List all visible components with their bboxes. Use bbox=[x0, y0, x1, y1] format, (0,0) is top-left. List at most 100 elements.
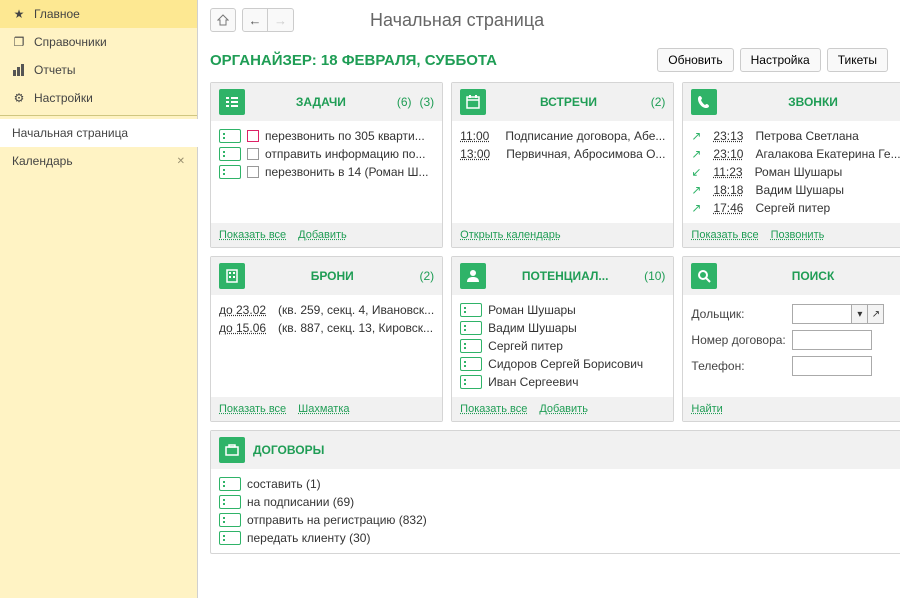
lead-text[interactable]: Роман Шушары bbox=[488, 303, 576, 317]
dropdown-icon[interactable]: ▾ bbox=[852, 304, 868, 324]
call-link[interactable]: Позвонить bbox=[771, 229, 825, 241]
tasks-icon bbox=[219, 89, 245, 115]
search-icon bbox=[691, 263, 717, 289]
booking-until[interactable]: до 23.02 bbox=[219, 303, 266, 317]
tickets-button[interactable]: Тикеты bbox=[827, 48, 888, 72]
chess-link[interactable]: Шахматка bbox=[298, 403, 349, 415]
list-icon bbox=[219, 531, 241, 545]
checkbox[interactable] bbox=[247, 130, 259, 142]
list-icon bbox=[219, 147, 241, 161]
call-time[interactable]: 18:18 bbox=[713, 183, 743, 197]
lead-text[interactable]: Иван Сергеевич bbox=[488, 375, 578, 389]
call-out-icon: ↗ bbox=[691, 183, 707, 197]
list-icon bbox=[219, 165, 241, 179]
nav-tab-calendar[interactable]: Календарь ✕ bbox=[0, 147, 197, 175]
lead-text[interactable]: Сергей питер bbox=[488, 339, 563, 353]
nav-label: Отчеты bbox=[34, 63, 75, 77]
call-time[interactable]: 23:13 bbox=[713, 129, 743, 143]
nav-label: Календарь bbox=[12, 154, 73, 168]
meeting-text[interactable]: Подписание договора, Абе... bbox=[505, 129, 665, 143]
lead-text[interactable]: Вадим Шушары bbox=[488, 321, 577, 335]
call-time[interactable]: 23:10 bbox=[713, 147, 743, 161]
call-text[interactable]: Сергей питер bbox=[755, 201, 830, 215]
contract-text[interactable]: отправить на регистрацию (832) bbox=[247, 513, 427, 527]
nav-settings[interactable]: ⚙ Настройки bbox=[0, 84, 197, 112]
call-out-icon: ↗ bbox=[691, 129, 707, 143]
building-icon bbox=[219, 263, 245, 289]
contract-text[interactable]: на подписании (69) bbox=[247, 495, 354, 509]
panel-title: ЗВОНКИ bbox=[725, 95, 900, 109]
add-link[interactable]: Добавить bbox=[298, 229, 347, 241]
home-button[interactable] bbox=[210, 8, 236, 32]
nav-divider bbox=[0, 115, 197, 116]
calendar-icon bbox=[460, 89, 486, 115]
call-text[interactable]: Петрова Светлана bbox=[755, 129, 858, 143]
lead-text[interactable]: Сидоров Сергей Борисович bbox=[488, 357, 643, 371]
refresh-button[interactable]: Обновить bbox=[657, 48, 733, 72]
list-icon bbox=[219, 129, 241, 143]
forward-button[interactable]: → bbox=[268, 8, 294, 32]
task-text[interactable]: перезвонить в 14 (Роман Ш... bbox=[265, 165, 429, 179]
panel-title: ЗАДАЧИ bbox=[253, 95, 389, 109]
list-icon bbox=[219, 495, 241, 509]
panel-title: БРОНИ bbox=[253, 269, 412, 283]
show-all-link[interactable]: Показать все bbox=[460, 403, 527, 415]
list-icon bbox=[460, 321, 482, 335]
count: (2) bbox=[420, 269, 435, 283]
back-button[interactable]: ← bbox=[242, 8, 268, 32]
count: (10) bbox=[644, 269, 665, 283]
contract-text[interactable]: передать клиенту (30) bbox=[247, 531, 370, 545]
show-all-link[interactable]: Показать все bbox=[691, 229, 758, 241]
sidebar: ★ Главное ❐ Справочники Отчеты ⚙ Настрой… bbox=[0, 0, 198, 598]
settings-button[interactable]: Настройка bbox=[740, 48, 821, 72]
panel-search: ПОИСК Дольщик: ▾ ↗ Номер договор bbox=[682, 256, 900, 422]
nav-reports[interactable]: Отчеты bbox=[0, 56, 197, 84]
panel-tasks: ЗАДАЧИ (6) (3) перезвонить по 305 кварти… bbox=[210, 82, 443, 248]
open-icon[interactable]: ↗ bbox=[868, 304, 884, 324]
booking-text[interactable]: (кв. 259, секц. 4, Ивановск... bbox=[278, 303, 434, 317]
booking-until[interactable]: до 15.06 bbox=[219, 321, 266, 335]
open-calendar-link[interactable]: Открыть календарь bbox=[460, 229, 560, 241]
checkbox[interactable] bbox=[247, 166, 259, 178]
book-icon: ❐ bbox=[12, 35, 26, 49]
show-all-link[interactable]: Показать все bbox=[219, 403, 286, 415]
call-out-icon: ↗ bbox=[691, 201, 707, 215]
dolshik-input[interactable] bbox=[792, 304, 852, 324]
call-text[interactable]: Агалакова Екатерина Ге... bbox=[755, 147, 900, 161]
panel-leads: ПОТЕНЦИАЛ... (10) Роман Шушары Вадим Шуш… bbox=[451, 256, 674, 422]
nav-label: Начальная страница bbox=[12, 126, 128, 140]
count-1: (6) bbox=[397, 95, 412, 109]
list-icon bbox=[219, 477, 241, 491]
task-text[interactable]: перезвонить по 305 кварти... bbox=[265, 129, 425, 143]
nav-main[interactable]: ★ Главное bbox=[0, 0, 197, 28]
list-icon bbox=[460, 375, 482, 389]
booking-text[interactable]: (кв. 887, секц. 13, Кировск... bbox=[278, 321, 433, 335]
nav-refs[interactable]: ❐ Справочники bbox=[0, 28, 197, 56]
call-text[interactable]: Вадим Шушары bbox=[755, 183, 844, 197]
phone-input[interactable] bbox=[792, 356, 872, 376]
meeting-time[interactable]: 11:00 bbox=[460, 129, 489, 143]
nav-tab-start[interactable]: Начальная страница bbox=[0, 119, 198, 147]
star-icon: ★ bbox=[12, 7, 26, 21]
find-link[interactable]: Найти bbox=[691, 403, 722, 415]
call-text[interactable]: Роман Шушары bbox=[755, 165, 843, 179]
list-icon bbox=[460, 303, 482, 317]
contract-text[interactable]: составить (1) bbox=[247, 477, 321, 491]
panel-title: ПОИСК bbox=[725, 269, 900, 283]
contract-input[interactable] bbox=[792, 330, 872, 350]
nav-label: Настройки bbox=[34, 91, 93, 105]
checkbox[interactable] bbox=[247, 148, 259, 160]
meeting-text[interactable]: Первичная, Абросимова О... bbox=[506, 147, 665, 161]
call-time[interactable]: 11:23 bbox=[713, 165, 742, 179]
task-text[interactable]: отправить информацию по... bbox=[265, 147, 425, 161]
close-icon[interactable]: ✕ bbox=[177, 156, 185, 167]
label-contract: Номер договора: bbox=[691, 333, 786, 347]
add-link[interactable]: Добавить bbox=[539, 403, 588, 415]
meeting-time[interactable]: 13:00 bbox=[460, 147, 490, 161]
list-icon bbox=[219, 513, 241, 527]
show-all-link[interactable]: Показать все bbox=[219, 229, 286, 241]
call-time[interactable]: 17:46 bbox=[713, 201, 743, 215]
chart-icon bbox=[12, 63, 26, 77]
person-icon bbox=[460, 263, 486, 289]
call-in-icon: ↙ bbox=[691, 165, 707, 179]
